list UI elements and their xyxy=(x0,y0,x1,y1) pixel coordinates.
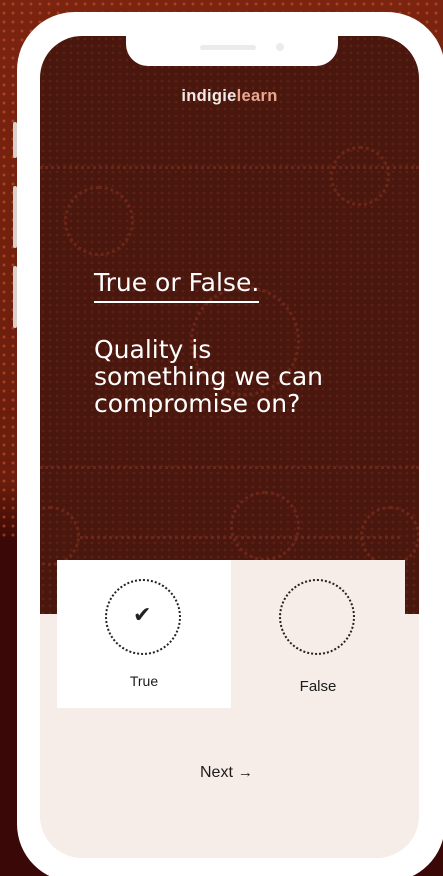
dot-pattern-circle xyxy=(230,491,300,561)
option-label: False xyxy=(299,678,337,695)
dot-painting-header: indigielearn True or False. Quality is s… xyxy=(40,36,419,614)
phone-side-button xyxy=(13,122,17,158)
logo-text-indigie: indigie xyxy=(181,87,237,105)
dot-pattern-line xyxy=(80,536,400,539)
phone-volume-up-button xyxy=(13,186,17,248)
next-button[interactable]: Next → xyxy=(200,764,253,782)
option-label: True xyxy=(129,673,159,689)
checkmark-icon: ✔ xyxy=(133,603,152,628)
question-line: something we can xyxy=(94,362,323,391)
phone-volume-down-button xyxy=(13,266,17,328)
quiz-heading: True or False. xyxy=(94,268,260,303)
dot-pattern-line xyxy=(40,166,419,169)
dot-pattern-circle xyxy=(40,506,80,566)
question-line: compromise on? xyxy=(94,389,301,418)
dot-pattern-circle xyxy=(330,146,390,206)
app-logo: indigielearn xyxy=(40,87,419,106)
option-false[interactable]: False xyxy=(231,560,405,708)
arrow-right-icon: → xyxy=(237,764,253,781)
dot-pattern-circle xyxy=(64,186,134,256)
phone-notch xyxy=(126,36,338,66)
dot-pattern-line xyxy=(40,466,419,469)
speaker-grille xyxy=(200,45,256,50)
next-button-label: Next xyxy=(200,764,233,781)
quiz-question: Quality is something we can compromise o… xyxy=(94,336,394,417)
option-true[interactable]: ✔ True xyxy=(57,560,231,708)
front-camera xyxy=(276,43,284,51)
phone-screen: indigielearn True or False. Quality is s… xyxy=(40,36,419,858)
logo-text-learn: learn xyxy=(236,87,278,105)
selection-ring xyxy=(279,579,355,655)
question-line: Quality is xyxy=(94,335,212,364)
